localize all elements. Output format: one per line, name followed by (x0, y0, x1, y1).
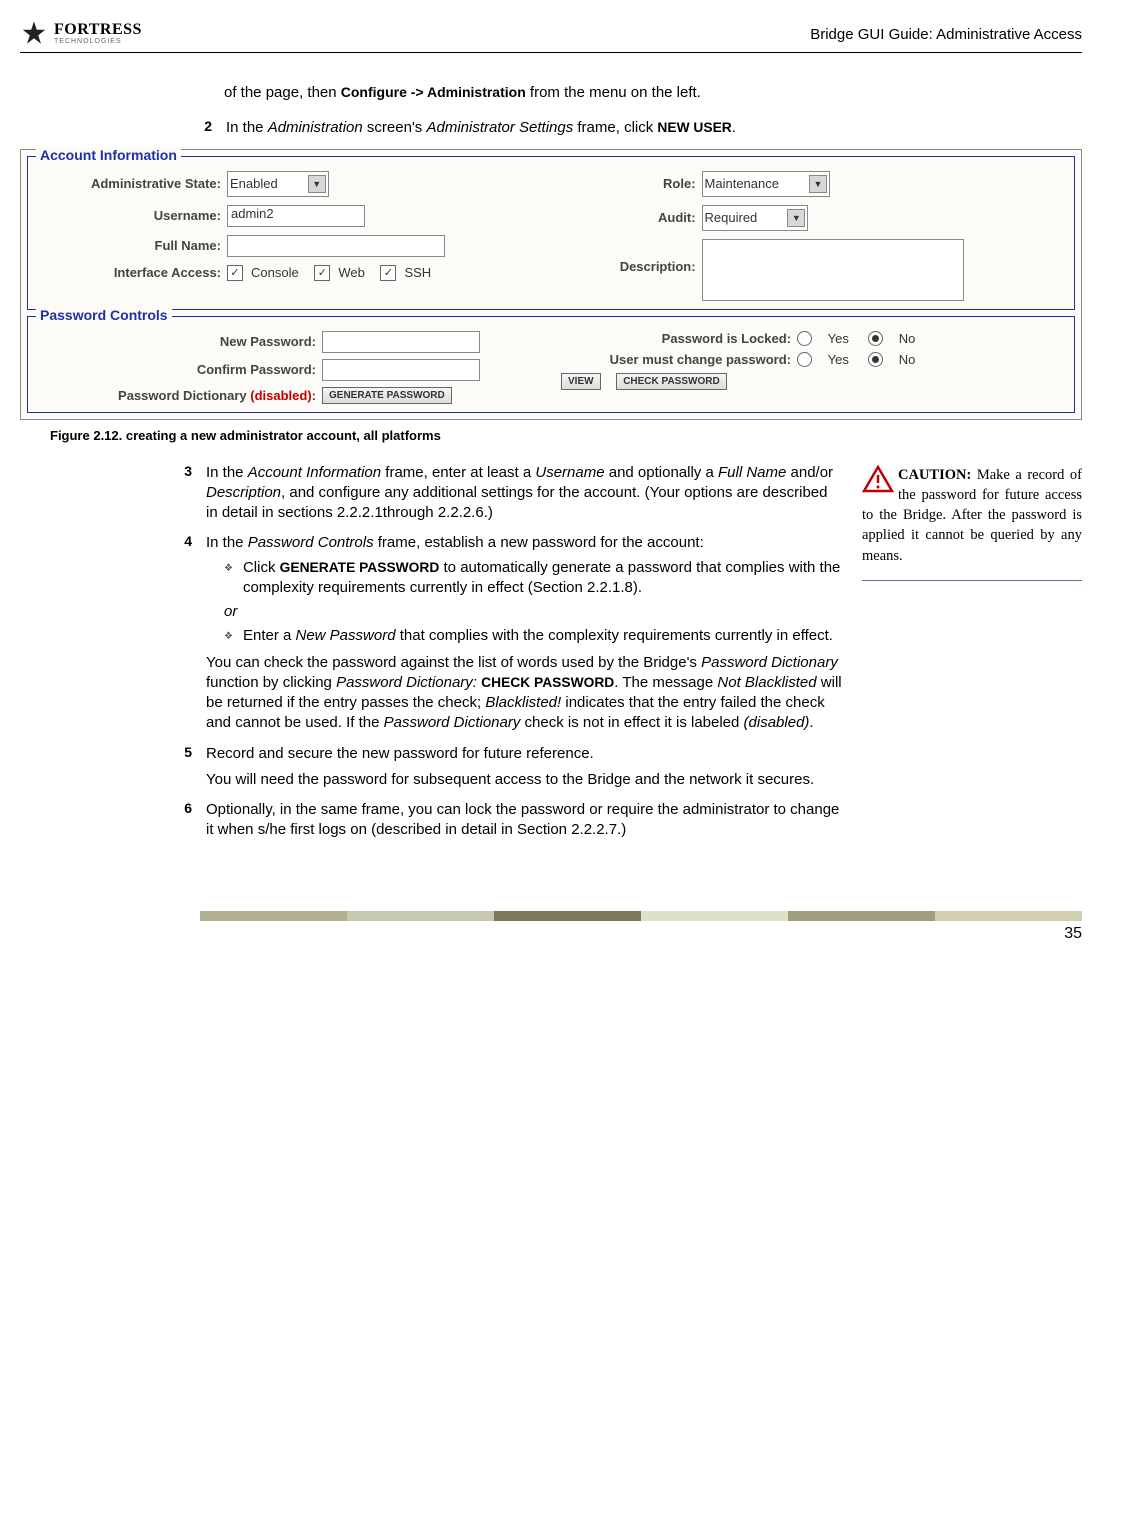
password-dictionary-label: Password Dictionary (disabled): (36, 388, 316, 403)
logo-sub: TECHNOLOGIES (54, 38, 142, 45)
step-2: 2 In the Administration screen's Adminis… (200, 118, 782, 138)
pw-locked-no-radio[interactable] (868, 331, 883, 346)
username-input[interactable]: admin2 (227, 205, 365, 227)
ssh-checkbox[interactable]: ✓ (380, 265, 396, 281)
page-number: 35 (20, 925, 1082, 943)
intro-paragraph: of the page, then Configure -> Administr… (224, 83, 782, 103)
bullet-icon: ❖ (224, 630, 233, 646)
admin-state-label: Administrative State: (36, 176, 221, 191)
fullname-label: Full Name: (36, 238, 221, 253)
page-footer: 35 (20, 911, 1082, 943)
description-label: Description: (576, 259, 696, 274)
description-textarea[interactable] (702, 239, 964, 301)
audit-select[interactable]: Required▼ (702, 205, 809, 231)
role-label: Role: (576, 176, 696, 191)
admin-state-select[interactable]: Enabled▼ (227, 171, 329, 197)
role-select[interactable]: Maintenance▼ (702, 171, 830, 197)
password-controls-title: Password Controls (36, 307, 172, 323)
account-info-title: Account Information (36, 147, 181, 163)
pw-locked-yes-radio[interactable] (797, 331, 812, 346)
confirm-password-input[interactable] (322, 359, 480, 381)
username-label: Username: (36, 208, 221, 223)
check-password-button[interactable]: CHECK PASSWORD (616, 373, 726, 390)
step-5: 5 Record and secure the new password for… (180, 744, 842, 791)
must-change-no-radio[interactable] (868, 352, 883, 367)
chevron-down-icon: ▼ (308, 175, 326, 193)
logo-icon (20, 20, 48, 48)
caution-icon (862, 465, 894, 493)
confirm-password-label: Confirm Password: (36, 362, 316, 377)
chevron-down-icon: ▼ (787, 209, 805, 227)
new-password-label: New Password: (36, 334, 316, 349)
step-4: 4 In the Password Controls frame, establ… (180, 533, 842, 733)
bullet-icon: ❖ (224, 562, 233, 599)
web-checkbox[interactable]: ✓ (314, 265, 330, 281)
console-checkbox[interactable]: ✓ (227, 265, 243, 281)
logo-name: FORTRESS (54, 23, 142, 37)
figure-caption: Figure 2.12. creating a new administrato… (50, 428, 1082, 443)
password-locked-label: Password is Locked: (561, 331, 791, 346)
chevron-down-icon: ▼ (809, 175, 827, 193)
footer-bar (200, 911, 1082, 921)
password-controls-group: Password Controls New Password: Confirm … (27, 316, 1075, 413)
view-button[interactable]: VIEW (561, 373, 601, 390)
must-change-yes-radio[interactable] (797, 352, 812, 367)
logo: FORTRESS TECHNOLOGIES (20, 20, 142, 48)
fullname-input[interactable] (227, 235, 445, 257)
audit-label: Audit: (576, 210, 696, 225)
generate-password-button[interactable]: GENERATE PASSWORD (322, 387, 452, 404)
header-title: Bridge GUI Guide: Administrative Access (810, 26, 1082, 43)
screenshot-figure: Account Information Administrative State… (20, 149, 1082, 420)
interface-access-label: Interface Access: (36, 265, 221, 280)
new-password-input[interactable] (322, 331, 480, 353)
account-information-group: Account Information Administrative State… (27, 156, 1075, 310)
step-3: 3 In the Account Information frame, ente… (180, 463, 842, 524)
page-header: FORTRESS TECHNOLOGIES Bridge GUI Guide: … (20, 20, 1082, 53)
must-change-label: User must change password: (561, 352, 791, 367)
caution-note: CAUTION: Make a record of the password f… (862, 465, 1082, 581)
step-6: 6 Optionally, in the same frame, you can… (180, 800, 842, 841)
